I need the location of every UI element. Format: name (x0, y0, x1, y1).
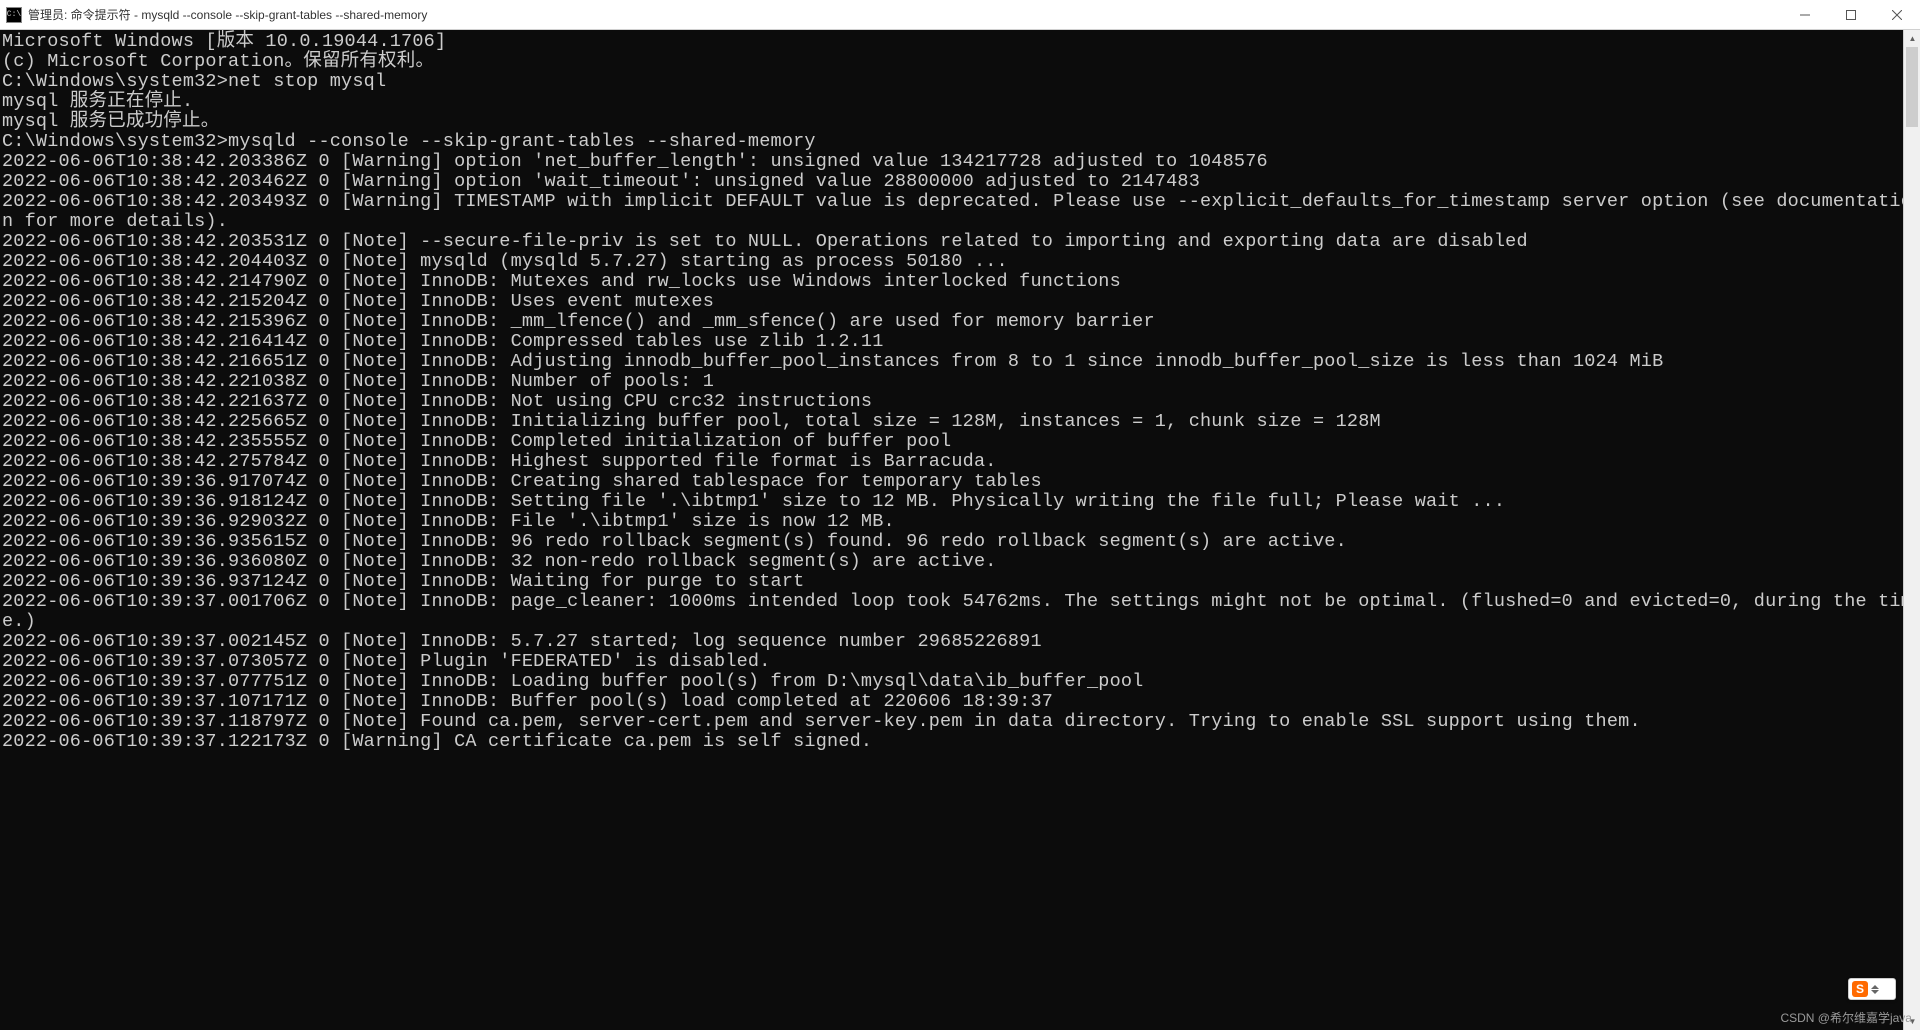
cmd-icon: C:\ (6, 7, 22, 23)
console-line: 2022-06-06T10:38:42.215396Z 0 [Note] Inn… (2, 312, 1918, 332)
console-line: 2022-06-06T10:38:42.275784Z 0 [Note] Inn… (2, 452, 1918, 472)
console-line: 2022-06-06T10:39:36.937124Z 0 [Note] Inn… (2, 572, 1918, 592)
console-line: 2022-06-06T10:39:36.917074Z 0 [Note] Inn… (2, 472, 1918, 492)
console-line: 2022-06-06T10:38:42.225665Z 0 [Note] Inn… (2, 412, 1918, 432)
console-line: 2022-06-06T10:38:42.214790Z 0 [Note] Inn… (2, 272, 1918, 292)
console-line: 2022-06-06T10:39:37.001706Z 0 [Note] Inn… (2, 592, 1918, 632)
console-line: 2022-06-06T10:39:37.077751Z 0 [Note] Inn… (2, 672, 1918, 692)
console-line: 2022-06-06T10:39:37.073057Z 0 [Note] Plu… (2, 652, 1918, 672)
console-line: 2022-06-06T10:38:42.203531Z 0 [Note] --s… (2, 232, 1918, 252)
console-line: 2022-06-06T10:38:42.204403Z 0 [Note] mys… (2, 252, 1918, 272)
console-line: 2022-06-06T10:38:42.203493Z 0 [Warning] … (2, 192, 1918, 232)
window-controls (1782, 0, 1920, 30)
console-line: 2022-06-06T10:39:37.122173Z 0 [Warning] … (2, 732, 1918, 752)
window-title: 管理员: 命令提示符 - mysqld --console --skip-gra… (28, 6, 427, 23)
maximize-button[interactable] (1828, 0, 1874, 30)
console-line: 2022-06-06T10:38:42.216414Z 0 [Note] Inn… (2, 332, 1918, 352)
console-line: mysql 服务已成功停止。 (2, 112, 1918, 132)
window-titlebar[interactable]: C:\ 管理员: 命令提示符 - mysqld --console --skip… (0, 0, 1920, 30)
console-line: 2022-06-06T10:38:42.215204Z 0 [Note] Inn… (2, 292, 1918, 312)
close-button[interactable] (1874, 0, 1920, 30)
scroll-up-arrow-icon[interactable]: ▲ (1904, 30, 1920, 47)
console-line: 2022-06-06T10:38:42.235555Z 0 [Note] Inn… (2, 432, 1918, 452)
console-line: 2022-06-06T10:38:42.216651Z 0 [Note] Inn… (2, 352, 1918, 372)
console-line: 2022-06-06T10:39:37.118797Z 0 [Note] Fou… (2, 712, 1918, 732)
console-line: mysql 服务正在停止. (2, 92, 1918, 112)
console-line: 2022-06-06T10:39:36.918124Z 0 [Note] Inn… (2, 492, 1918, 512)
console-line: 2022-06-06T10:38:42.221637Z 0 [Note] Inn… (2, 392, 1918, 412)
console-line: Microsoft Windows [版本 10.0.19044.1706] (2, 32, 1918, 52)
ime-sogou-icon: S (1852, 981, 1868, 997)
console-line: 2022-06-06T10:39:36.936080Z 0 [Note] Inn… (2, 552, 1918, 572)
console-line: C:\Windows\system32>mysqld --console --s… (2, 132, 1918, 152)
console-line: 2022-06-06T10:38:42.203386Z 0 [Warning] … (2, 152, 1918, 172)
ime-indicator[interactable]: S (1848, 978, 1896, 1000)
console-line: 2022-06-06T10:39:36.929032Z 0 [Note] Inn… (2, 512, 1918, 532)
console-line: 2022-06-06T10:39:36.935615Z 0 [Note] Inn… (2, 532, 1918, 552)
scroll-track[interactable] (1904, 47, 1920, 1013)
console-line: C:\Windows\system32>net stop mysql (2, 72, 1918, 92)
console-line: 2022-06-06T10:38:42.203462Z 0 [Warning] … (2, 172, 1918, 192)
console-output[interactable]: Microsoft Windows [版本 10.0.19044.1706](c… (0, 30, 1920, 1030)
ime-dropdown-icon[interactable] (1871, 985, 1879, 994)
scroll-down-arrow-icon[interactable]: ▼ (1904, 1013, 1920, 1030)
console-line: (c) Microsoft Corporation。保留所有权利。 (2, 52, 1918, 72)
console-line: 2022-06-06T10:39:37.107171Z 0 [Note] Inn… (2, 692, 1918, 712)
scroll-thumb[interactable] (1906, 47, 1918, 127)
minimize-button[interactable] (1782, 0, 1828, 30)
console-line: 2022-06-06T10:39:37.002145Z 0 [Note] Inn… (2, 632, 1918, 652)
console-line: 2022-06-06T10:38:42.221038Z 0 [Note] Inn… (2, 372, 1918, 392)
vertical-scrollbar[interactable]: ▲ ▼ (1903, 30, 1920, 1030)
